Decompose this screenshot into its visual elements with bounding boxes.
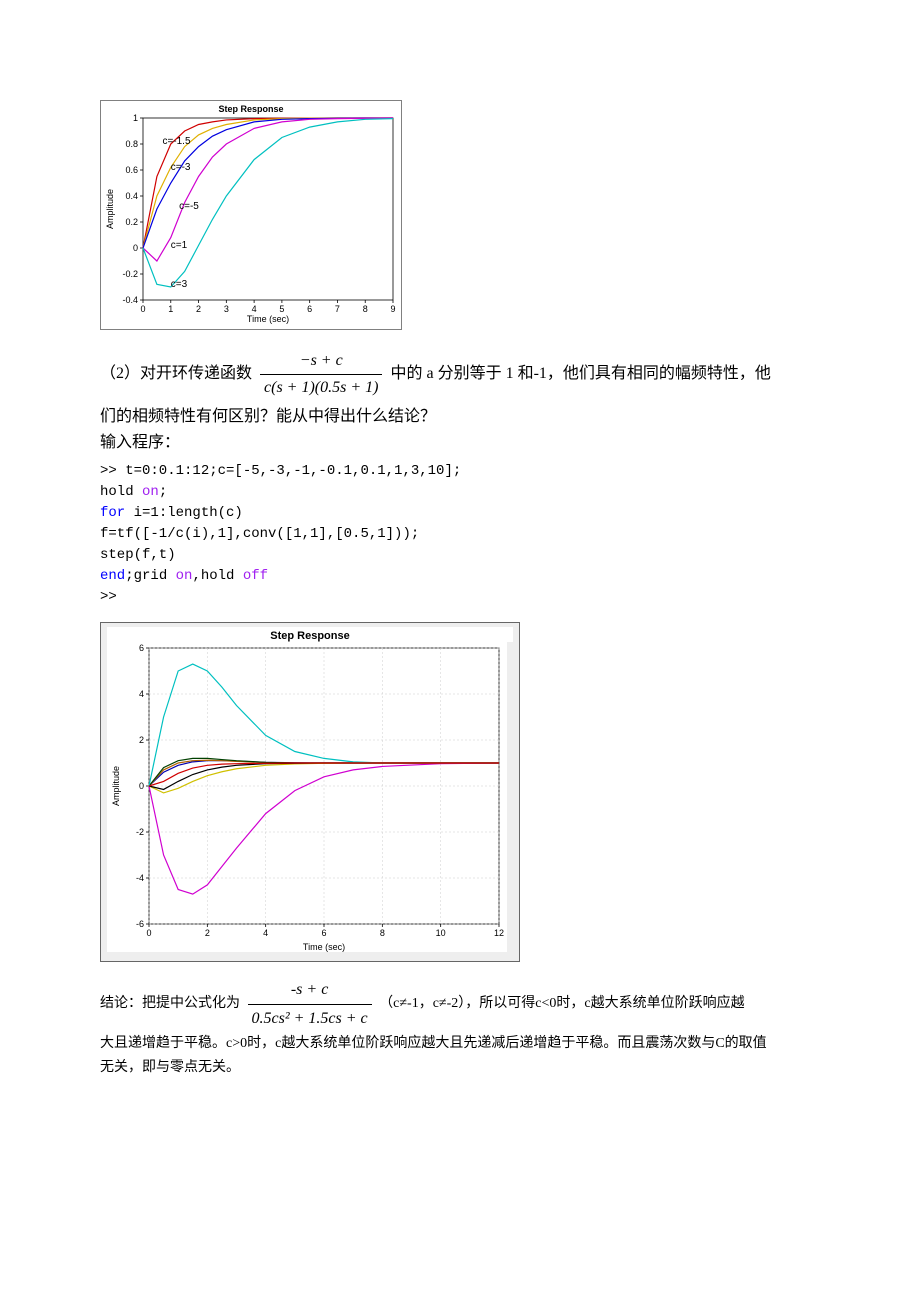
svg-text:0: 0 (133, 243, 138, 253)
code-l5: step(f,t) (100, 547, 176, 563)
svg-text:Amplitude: Amplitude (105, 189, 115, 229)
conc-numerator: -s + c (248, 976, 372, 1003)
svg-text:-2: -2 (136, 827, 144, 837)
svg-text:4: 4 (263, 928, 268, 938)
svg-text:6: 6 (321, 928, 326, 938)
svg-text:4: 4 (252, 304, 257, 314)
q2-fraction: −s + c c(s + 1)(0.5s + 1) (260, 348, 382, 400)
code-l7: >> (100, 589, 117, 605)
q2-mid: 中的 a 分别等于 1 和-1，他们具有相同的幅频特性，他 (390, 365, 770, 382)
code-l2c: ; (159, 484, 167, 500)
svg-text:-6: -6 (136, 919, 144, 929)
svg-text:Time (sec): Time (sec) (247, 314, 289, 324)
question-2-line2: 们的相频特性有何区别？能从中得出什么结论？ (100, 404, 820, 430)
svg-text:0.4: 0.4 (125, 191, 138, 201)
svg-text:Time (sec): Time (sec) (303, 942, 345, 952)
svg-text:10: 10 (436, 928, 446, 938)
svg-text:8: 8 (380, 928, 385, 938)
chart2-title: Step Response (107, 627, 513, 642)
q2-numerator: −s + c (260, 348, 382, 374)
svg-text:c=3: c=3 (171, 279, 188, 290)
question-2-line1: （2）对开环传递函数 −s + c c(s + 1)(0.5s + 1) 中的 … (100, 348, 820, 400)
code-l3a: for (100, 505, 125, 521)
code-l6e: off (243, 568, 268, 584)
svg-text:1: 1 (168, 304, 173, 314)
svg-text:8: 8 (363, 304, 368, 314)
code-l6c: on (176, 568, 193, 584)
svg-text:0: 0 (139, 781, 144, 791)
svg-text:2: 2 (139, 735, 144, 745)
conc-prefix: 结论：把提中公式化为 (100, 996, 240, 1011)
q2-denominator: c(s + 1)(0.5s + 1) (260, 374, 382, 401)
svg-text:3: 3 (224, 304, 229, 314)
svg-text:9: 9 (390, 304, 395, 314)
chart1-container: Step Response 0123456789-0.4-0.200.20.40… (100, 100, 402, 330)
svg-text:c=-1.5: c=-1.5 (162, 136, 191, 147)
svg-text:12: 12 (494, 928, 504, 938)
svg-text:-0.2: -0.2 (122, 269, 138, 279)
svg-text:-4: -4 (136, 873, 144, 883)
conclusion-block: 结论：把提中公式化为 -s + c 0.5cs² + 1.5cs + c （c≠… (100, 976, 820, 1079)
code-l6a: end (100, 568, 125, 584)
svg-text:6: 6 (139, 643, 144, 653)
svg-text:2: 2 (196, 304, 201, 314)
q2-prefix: （2）对开环传递函数 (100, 365, 252, 382)
svg-text:7: 7 (335, 304, 340, 314)
matlab-code: >> t=0:0.1:12;c=[-5,-3,-1,-0.1,0.1,1,3,1… (100, 461, 820, 608)
svg-text:c=1: c=1 (171, 240, 188, 251)
conc-denominator: 0.5cs² + 1.5cs + c (248, 1004, 372, 1032)
svg-text:0.8: 0.8 (125, 139, 138, 149)
svg-text:0: 0 (140, 304, 145, 314)
svg-text:0: 0 (146, 928, 151, 938)
svg-text:0.2: 0.2 (125, 217, 138, 227)
conc-mid: （c≠-1，c≠-2），所以可得c<0时，c越大系统单位阶跃响应越 (379, 996, 744, 1011)
svg-text:c=-5: c=-5 (179, 201, 199, 212)
conc-line3: 无关，即与零点无关。 (100, 1056, 820, 1080)
conc-line2: 大且递增趋于平稳。c>0时，c越大系统单位阶跃响应越大且先递减后递增趋于平稳。而… (100, 1032, 820, 1056)
svg-text:Amplitude: Amplitude (111, 766, 121, 806)
code-l4: f=tf([-1/c(i),1],conv([1,1],[0.5,1])); (100, 526, 419, 542)
svg-text:c=-3: c=-3 (171, 162, 191, 173)
chart1-title: Step Response (101, 101, 401, 114)
code-l3b: i=1:length(c) (125, 505, 243, 521)
conc-fraction: -s + c 0.5cs² + 1.5cs + c (248, 976, 372, 1031)
svg-text:-0.4: -0.4 (122, 295, 138, 305)
svg-text:5: 5 (279, 304, 284, 314)
svg-text:4: 4 (139, 689, 144, 699)
code-l2b: on (142, 484, 159, 500)
svg-text:0.6: 0.6 (125, 165, 138, 175)
chart2-plot: 0 2 4 6 8 10 12 -6 -4 -2 0 2 4 6 Time (sec) Amplitude (107, 642, 507, 952)
code-l2a: hold (100, 484, 142, 500)
question-2-line3: 输入程序： (100, 430, 820, 456)
svg-text:1: 1 (133, 114, 138, 123)
chart1-plot: 0 1 2 3 4 5 6 7 8 9 -0.4 -0.2 0 0.2 0.4 0.6 0.8 1 Time (se… (101, 114, 401, 324)
code-l1: >> t=0:0.1:12;c=[-5,-3,-1,-0.1,0.1,1,3,1… (100, 463, 461, 479)
chart2-container: Step Response 0 2 4 6 8 10 12 -6 -4 -2 0 2 4 6 Time (s… (100, 622, 520, 962)
svg-text:2: 2 (205, 928, 210, 938)
svg-text:6: 6 (307, 304, 312, 314)
code-l6b: ;grid (125, 568, 175, 584)
code-l6d: ,hold (192, 568, 242, 584)
